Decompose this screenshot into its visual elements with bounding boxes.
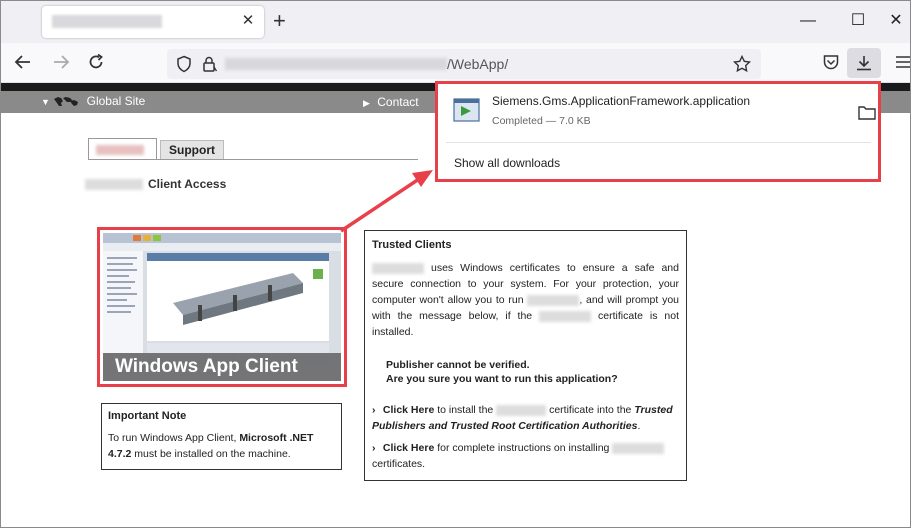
tab-strip: ✕ + — ☐ ✕: [1, 1, 910, 43]
show-all-downloads-link[interactable]: Show all downloads: [454, 156, 560, 170]
chevron-down-icon: ▼: [41, 97, 50, 107]
important-note-title: Important Note: [108, 410, 187, 422]
click2-text: for complete instructions on installing: [434, 442, 613, 454]
close-window-button[interactable]: ✕: [886, 11, 906, 31]
global-site-link[interactable]: ▼ Global Site: [41, 94, 145, 108]
downloads-panel-body: Siemens.Gms.ApplicationFramework.applica…: [438, 84, 878, 179]
windows-app-client-thumbnail[interactable]: Windows App Client: [97, 227, 347, 387]
downloads-divider: [446, 142, 871, 143]
trusted-clients-title: Trusted Clients: [372, 239, 452, 251]
global-site-label: Global Site: [86, 94, 146, 108]
application-file-icon: [453, 98, 480, 122]
maximize-button[interactable]: ☐: [848, 11, 868, 31]
chevron-right-icon: ▶: [363, 98, 370, 108]
contact-label: Contact: [377, 95, 419, 109]
browser-window: ✕ + — ☐ ✕ /WebApp/ ▼ Global Site ▶ Conta…: [0, 0, 911, 528]
contact-link[interactable]: ▶ Contact: [363, 95, 419, 109]
downloads-button[interactable]: [847, 48, 881, 78]
tab-title-redacted: [52, 15, 162, 28]
publisher-warning-line1: Publisher cannot be verified.: [386, 359, 530, 371]
chevron-right-icon: ›: [372, 442, 376, 454]
minimize-button[interactable]: —: [798, 11, 818, 31]
click1-text-a: to install the: [434, 404, 497, 416]
menu-icon[interactable]: [892, 53, 910, 75]
chevron-right-icon: ›: [372, 404, 376, 416]
pocket-icon[interactable]: [820, 53, 842, 75]
note-text-prefix: To run Windows App Client,: [108, 432, 240, 444]
installation-instructions-item: › Click Here for complete instructions o…: [372, 440, 679, 472]
important-note-text: To run Windows App Client, Microsoft .NE…: [108, 430, 335, 462]
address-bar[interactable]: /WebApp/: [167, 49, 761, 79]
tab-support[interactable]: Support: [160, 140, 224, 160]
install-certificate-item: › Click Here to install the certificate …: [372, 402, 679, 434]
download-status: Completed — 7.0 KB: [492, 115, 591, 127]
click1-text-b: certificate into the: [546, 404, 635, 416]
click2-end: certificates.: [372, 458, 426, 470]
tab-product-redacted[interactable]: [88, 138, 157, 160]
product-name-redacted: [85, 179, 143, 191]
important-note-box: Important Note To run Windows App Client…: [101, 403, 342, 470]
lock-icon[interactable]: [201, 55, 219, 78]
product-name-redacted: [496, 404, 547, 416]
publisher-warning: Publisher cannot be verified. Are you su…: [386, 358, 679, 386]
folder-icon[interactable]: [858, 105, 876, 120]
product-name-redacted: [539, 310, 592, 322]
nav-bar: /WebApp/: [1, 43, 910, 83]
thumbnail-caption: Windows App Client: [103, 353, 341, 381]
install-certificate-link[interactable]: Click Here: [383, 404, 434, 416]
new-tab-button[interactable]: +: [273, 10, 286, 32]
reload-button[interactable]: [85, 53, 107, 75]
trusted-clients-box: Trusted Clients uses Windows certificate…: [364, 230, 687, 481]
product-name-redacted: [527, 294, 580, 306]
forward-button[interactable]: [50, 53, 72, 75]
product-name-redacted: [372, 262, 424, 274]
download-arrow-icon: [855, 54, 873, 77]
trusted-clients-paragraph: uses Windows certificates to ensure a sa…: [372, 260, 679, 340]
publisher-warning-line2: Are you sure you want to run this applic…: [386, 373, 618, 385]
instructions-link[interactable]: Click Here: [383, 442, 434, 454]
client-access-label: Client Access: [148, 177, 227, 191]
click1-end: .: [637, 420, 641, 432]
tab-divider: [88, 159, 418, 160]
browser-tab[interactable]: ✕: [42, 6, 264, 38]
bookmark-star-icon[interactable]: [732, 54, 752, 78]
back-button[interactable]: [12, 53, 34, 75]
url-path-text: /WebApp/: [447, 56, 509, 72]
world-map-icon: [53, 94, 82, 108]
tab-label-redacted: [96, 145, 144, 155]
app-screenshot: Windows App Client: [103, 233, 341, 381]
note-text-suffix: must be installed on the machine.: [131, 448, 291, 460]
shield-icon[interactable]: [175, 55, 193, 78]
downloads-panel: Siemens.Gms.ApplicationFramework.applica…: [435, 81, 881, 182]
page-heading: Client Access: [85, 177, 226, 191]
url-redacted: [225, 58, 447, 70]
download-filename[interactable]: Siemens.Gms.ApplicationFramework.applica…: [492, 94, 750, 108]
product-name-redacted: [612, 442, 665, 454]
close-tab-icon[interactable]: ✕: [240, 13, 256, 29]
